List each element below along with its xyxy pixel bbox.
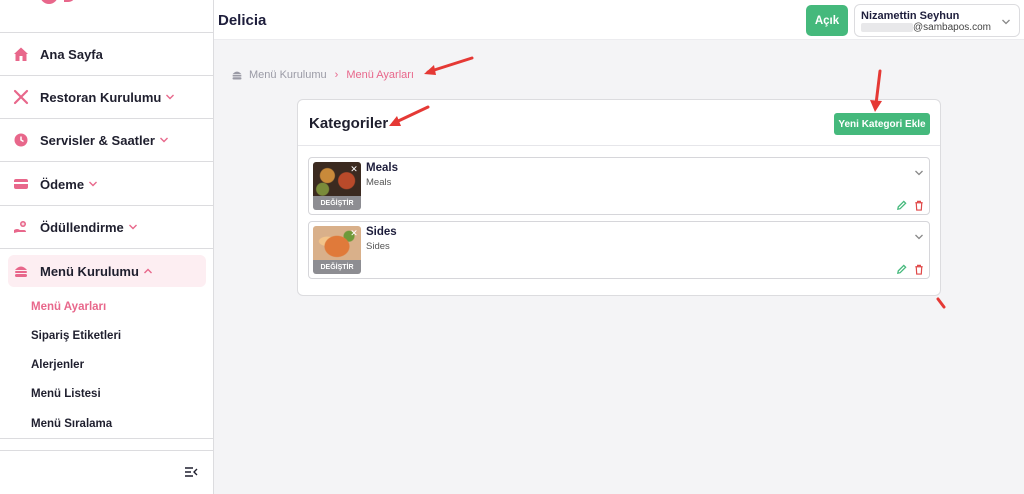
- breadcrumb: Menü Kurulumu › Menü Ayarları: [231, 69, 414, 81]
- sidebar-item-label: Ana Sayfa: [40, 46, 103, 62]
- breadcrumb-current: Menü Ayarları: [346, 69, 414, 81]
- sub-item-order-tags[interactable]: Sipariş Etiketleri: [31, 330, 121, 342]
- user-email: @sambapos.com: [913, 22, 991, 33]
- delete-icon[interactable]: [914, 198, 924, 216]
- annotation-arrow: [870, 69, 882, 112]
- sub-item-allergens[interactable]: Alerjenler: [31, 359, 84, 371]
- sidebar-item-payment[interactable]: Ödeme: [8, 168, 206, 200]
- category-description: Meals: [366, 177, 392, 188]
- home-icon: [12, 45, 30, 63]
- breadcrumb-parent[interactable]: Menü Kurulumu: [249, 69, 327, 81]
- utensils-icon: [12, 88, 30, 106]
- chevron-down-icon: [88, 180, 98, 188]
- delete-icon[interactable]: [914, 262, 924, 280]
- sidebar-item-rewards[interactable]: Ödüllendirme: [8, 211, 206, 243]
- top-bar: Delicia Açık Nizamettin Seyhun @sambapos…: [214, 0, 1024, 40]
- sidebar-divider: [0, 118, 213, 119]
- category-name: Meals: [366, 162, 398, 174]
- sub-item-menu-list[interactable]: Menü Listesi: [31, 388, 101, 400]
- chevron-down-icon[interactable]: [914, 228, 924, 246]
- annotation-arrow: [389, 105, 430, 126]
- sidebar-divider: [0, 248, 213, 249]
- redacted-email-prefix: [861, 23, 913, 32]
- sidebar-divider: [0, 205, 213, 206]
- chevron-up-icon: [143, 267, 153, 275]
- sidebar-item-services-hours[interactable]: Servisler & Saatler: [8, 124, 206, 156]
- clock-icon: [12, 131, 30, 149]
- sidebar-item-label: Ödeme: [40, 176, 85, 192]
- category-description: Sides: [366, 241, 390, 252]
- collapse-sidebar-icon[interactable]: [184, 465, 198, 483]
- category-image[interactable]: ✕ DEĞİŞTİR: [313, 162, 361, 210]
- edit-icon[interactable]: [896, 262, 907, 280]
- chevron-down-icon: [159, 136, 169, 144]
- sidebar-item-menu-setup[interactable]: Menü Kurulumu: [8, 255, 206, 287]
- add-category-button[interactable]: Yeni Kategori Ekle: [834, 113, 930, 135]
- annotation-mark: [936, 297, 946, 309]
- chevron-down-icon: [128, 223, 138, 231]
- category-name: Sides: [366, 226, 397, 238]
- sidebar-divider: [0, 75, 213, 76]
- card-title: Kategoriler: [309, 115, 389, 132]
- category-item[interactable]: ✕ DEĞİŞTİR Meals Meals: [308, 157, 930, 215]
- sidebar-item-label: Restoran Kurulumu: [40, 89, 162, 105]
- credit-card-icon: [12, 175, 30, 193]
- category-image[interactable]: ✕ DEĞİŞTİR: [313, 226, 361, 274]
- user-menu[interactable]: Nizamettin Seyhun @sambapos.com: [854, 4, 1020, 37]
- sidebar-item-restaurant-setup[interactable]: Restoran Kurulumu: [8, 81, 206, 113]
- sidebar-divider: [0, 32, 213, 33]
- sidebar-item-home[interactable]: Ana Sayfa: [8, 38, 206, 70]
- category-item[interactable]: ✕ DEĞİŞTİR Sides Sides: [308, 221, 930, 279]
- brand-logo: [40, 0, 88, 6]
- reward-icon: [12, 218, 30, 236]
- burger-icon: [231, 69, 243, 81]
- sidebar-item-label: Menü Kurulumu: [40, 263, 139, 279]
- burger-icon: [12, 262, 30, 280]
- sidebar-divider: [0, 438, 213, 439]
- open-status-button[interactable]: Açık: [806, 5, 848, 36]
- sidebar-divider: [0, 161, 213, 162]
- sidebar-item-label: Servisler & Saatler: [40, 132, 155, 148]
- sub-item-menu-sorting[interactable]: Menü Sıralama: [31, 418, 112, 430]
- change-image-button[interactable]: DEĞİŞTİR: [313, 260, 361, 274]
- remove-image-icon[interactable]: ✕: [349, 228, 359, 238]
- breadcrumb-separator: ›: [334, 69, 339, 81]
- sidebar: Ana Sayfa Restoran Kurulumu Servisler & …: [0, 0, 214, 494]
- sidebar-divider: [0, 450, 213, 451]
- sub-item-menu-settings[interactable]: Menü Ayarları: [31, 301, 106, 313]
- edit-icon[interactable]: [896, 198, 907, 216]
- user-name: Nizamettin Seyhun: [861, 10, 960, 22]
- chevron-down-icon: [1001, 13, 1011, 31]
- annotation-arrow: [424, 56, 474, 75]
- sidebar-item-label: Ödüllendirme: [40, 219, 124, 235]
- chevron-down-icon: [165, 93, 175, 101]
- remove-image-icon[interactable]: ✕: [349, 164, 359, 174]
- chevron-down-icon[interactable]: [914, 164, 924, 182]
- change-image-button[interactable]: DEĞİŞTİR: [313, 196, 361, 210]
- app-title: Delicia: [218, 12, 267, 29]
